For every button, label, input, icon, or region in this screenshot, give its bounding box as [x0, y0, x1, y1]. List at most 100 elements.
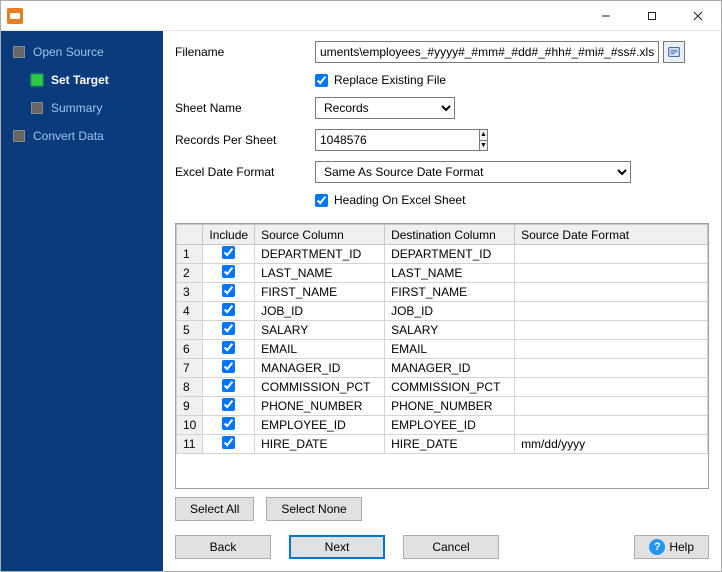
include-checkbox[interactable] — [222, 284, 235, 297]
nav-summary[interactable]: Summary — [31, 101, 155, 115]
dest-column-cell[interactable]: EMPLOYEE_ID — [385, 416, 515, 435]
select-none-button[interactable]: Select None — [266, 497, 361, 521]
source-column-cell[interactable]: FIRST_NAME — [255, 283, 385, 302]
table-row[interactable]: 5SALARYSALARY — [177, 321, 708, 340]
help-button[interactable]: ? Help — [634, 535, 709, 559]
col-header-source[interactable]: Source Column — [255, 225, 385, 245]
table-blank-area — [176, 454, 708, 489]
date-format-cell[interactable] — [515, 245, 708, 264]
date-format-cell[interactable] — [515, 340, 708, 359]
include-checkbox[interactable] — [222, 398, 235, 411]
dest-column-cell[interactable]: PHONE_NUMBER — [385, 397, 515, 416]
maximize-button[interactable] — [629, 1, 675, 30]
col-header-include[interactable]: Include — [203, 225, 255, 245]
include-checkbox[interactable] — [222, 417, 235, 430]
date-format-cell[interactable] — [515, 283, 708, 302]
include-checkbox[interactable] — [222, 436, 235, 449]
cancel-button[interactable]: Cancel — [403, 535, 499, 559]
include-cell — [203, 302, 255, 321]
help-icon: ? — [649, 539, 665, 555]
records-per-sheet-input[interactable] — [315, 129, 479, 151]
source-column-cell[interactable]: JOB_ID — [255, 302, 385, 321]
spin-up-button[interactable]: ▲ — [480, 130, 487, 141]
source-column-cell[interactable]: MANAGER_ID — [255, 359, 385, 378]
dest-column-cell[interactable]: SALARY — [385, 321, 515, 340]
date-format-cell[interactable] — [515, 397, 708, 416]
row-number: 7 — [177, 359, 203, 378]
table-row[interactable]: 2 LAST_NAMELAST_NAME — [177, 264, 708, 283]
heading-on-sheet-checkbox[interactable] — [315, 194, 328, 207]
date-format-cell[interactable] — [515, 416, 708, 435]
dest-column-cell[interactable]: COMMISSION_PCT — [385, 378, 515, 397]
table-row[interactable]: 7 MANAGER_IDMANAGER_ID — [177, 359, 708, 378]
replace-existing-checkbox[interactable] — [315, 74, 328, 87]
source-column-cell[interactable]: EMAIL — [255, 340, 385, 359]
step-icon — [13, 46, 25, 58]
dest-column-cell[interactable]: MANAGER_ID — [385, 359, 515, 378]
excel-date-format-select[interactable]: Same As Source Date Format — [315, 161, 631, 183]
table-row[interactable]: 3 FIRST_NAMEFIRST_NAME — [177, 283, 708, 302]
dest-column-cell[interactable]: JOB_ID — [385, 302, 515, 321]
minimize-button[interactable] — [583, 1, 629, 30]
nav-open-source[interactable]: Open Source — [13, 45, 155, 59]
row-number: 8 — [177, 378, 203, 397]
table-row[interactable]: 6EMAILEMAIL — [177, 340, 708, 359]
col-header-date-format[interactable]: Source Date Format — [515, 225, 708, 245]
row-number: 4 — [177, 302, 203, 321]
heading-on-sheet-label: Heading On Excel Sheet — [334, 193, 465, 207]
table-row[interactable]: 4 JOB_IDJOB_ID — [177, 302, 708, 321]
filename-input[interactable] — [315, 41, 659, 63]
nav-set-target[interactable]: Set Target — [31, 73, 155, 87]
select-all-button[interactable]: Select All — [175, 497, 254, 521]
source-column-cell[interactable]: SALARY — [255, 321, 385, 340]
app-window: Open Source Set Target Summary Convert D… — [0, 0, 722, 572]
col-header-dest[interactable]: Destination Column — [385, 225, 515, 245]
source-column-cell[interactable]: PHONE_NUMBER — [255, 397, 385, 416]
include-cell — [203, 245, 255, 264]
row-number: 1 — [177, 245, 203, 264]
source-column-cell[interactable]: LAST_NAME — [255, 264, 385, 283]
titlebar — [1, 1, 721, 31]
include-checkbox[interactable] — [222, 379, 235, 392]
row-number: 2 — [177, 264, 203, 283]
nav-convert-data[interactable]: Convert Data — [13, 129, 155, 143]
dest-column-cell[interactable]: HIRE_DATE — [385, 435, 515, 454]
dest-column-cell[interactable]: EMAIL — [385, 340, 515, 359]
sheet-name-select[interactable]: Records — [315, 97, 455, 119]
source-column-cell[interactable]: EMPLOYEE_ID — [255, 416, 385, 435]
include-checkbox[interactable] — [222, 303, 235, 316]
date-format-cell[interactable] — [515, 378, 708, 397]
back-button[interactable]: Back — [175, 535, 271, 559]
include-checkbox[interactable] — [222, 360, 235, 373]
dest-column-cell[interactable]: FIRST_NAME — [385, 283, 515, 302]
close-button[interactable] — [675, 1, 721, 30]
include-checkbox[interactable] — [222, 341, 235, 354]
spin-down-button[interactable]: ▼ — [480, 141, 487, 151]
table-row[interactable]: 1 DEPARTMENT_IDDEPARTMENT_ID — [177, 245, 708, 264]
dest-column-cell[interactable]: DEPARTMENT_ID — [385, 245, 515, 264]
dest-column-cell[interactable]: LAST_NAME — [385, 264, 515, 283]
browse-icon — [667, 45, 681, 59]
include-checkbox[interactable] — [222, 322, 235, 335]
source-column-cell[interactable]: DEPARTMENT_ID — [255, 245, 385, 264]
date-format-cell[interactable] — [515, 264, 708, 283]
source-column-cell[interactable]: HIRE_DATE — [255, 435, 385, 454]
browse-button[interactable] — [663, 41, 685, 63]
close-icon — [693, 11, 703, 21]
include-checkbox[interactable] — [222, 246, 235, 259]
date-format-cell[interactable] — [515, 302, 708, 321]
columns-table: Include Source Column Destination Column… — [176, 224, 708, 454]
include-cell — [203, 283, 255, 302]
table-row[interactable]: 8 COMMISSION_PCTCOMMISSION_PCT — [177, 378, 708, 397]
table-row[interactable]: 11HIRE_DATEHIRE_DATEmm/dd/yyyy — [177, 435, 708, 454]
col-header-rownum[interactable] — [177, 225, 203, 245]
row-number: 3 — [177, 283, 203, 302]
date-format-cell[interactable] — [515, 359, 708, 378]
date-format-cell[interactable]: mm/dd/yyyy — [515, 435, 708, 454]
source-column-cell[interactable]: COMMISSION_PCT — [255, 378, 385, 397]
next-button[interactable]: Next — [289, 535, 385, 559]
table-row[interactable]: 10EMPLOYEE_IDEMPLOYEE_ID — [177, 416, 708, 435]
include-checkbox[interactable] — [222, 265, 235, 278]
table-row[interactable]: 9PHONE_NUMBERPHONE_NUMBER — [177, 397, 708, 416]
date-format-cell[interactable] — [515, 321, 708, 340]
